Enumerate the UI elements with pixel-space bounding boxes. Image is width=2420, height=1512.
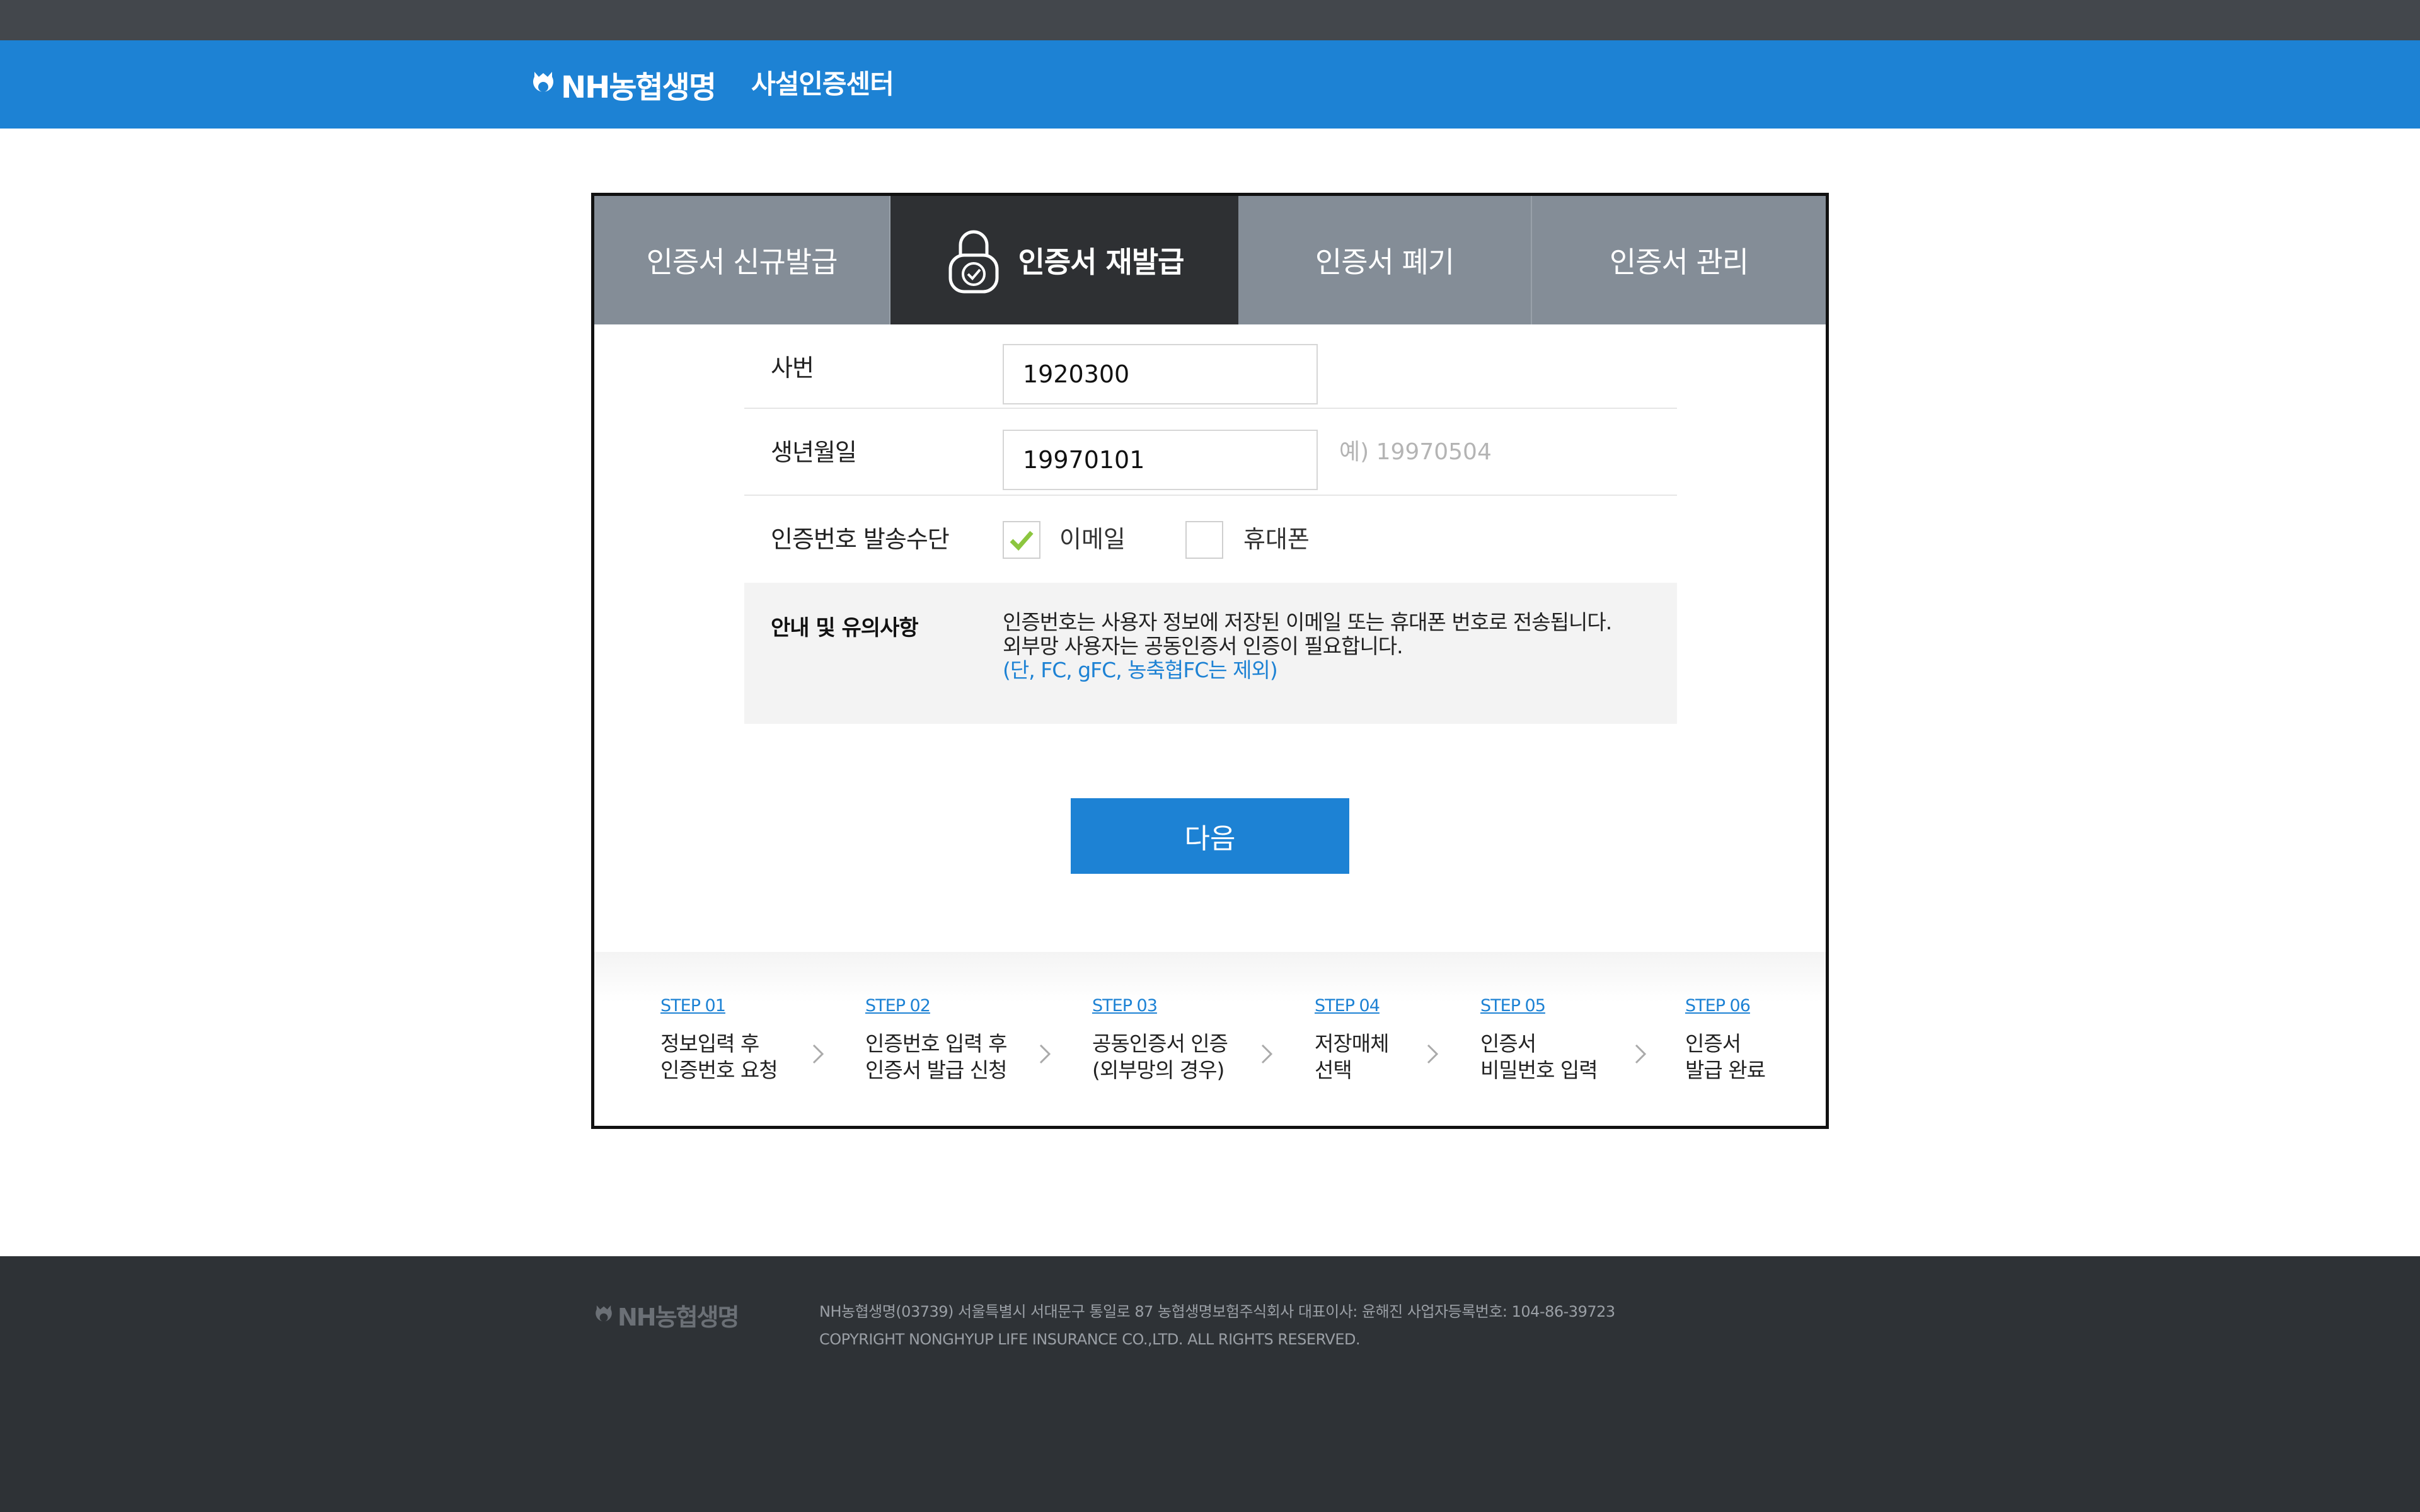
email-checkbox[interactable]	[1003, 521, 1040, 559]
nh-logo-icon	[596, 1305, 612, 1322]
top-strip	[0, 0, 2420, 40]
step-text: 정보입력 후 인증번호 요청	[660, 1031, 778, 1082]
step-item: STEP 04 저장매체 선택	[1315, 996, 1389, 1084]
step-text: 인증서 비밀번호 입력	[1480, 1031, 1598, 1082]
nh-logo-icon	[533, 72, 553, 92]
step-text: 인증서 발급 완료	[1685, 1031, 1766, 1082]
center-name: 사설인증센터	[751, 69, 894, 100]
tab-label: 인증서 폐기	[1315, 245, 1455, 279]
birthdate-row: 생년월일 예) 19970504	[744, 409, 1677, 496]
step-guide: STEP 01 정보입력 후 인증번호 요청 STEP 02 인증번호 입력 후…	[594, 952, 1826, 1126]
chevron-right-icon	[1635, 1044, 1647, 1064]
send-method-label: 인증번호 발송수단	[771, 525, 950, 553]
notice-exception: (단, FC, gFC, 농축협FC는 제외)	[1003, 658, 1278, 682]
email-option-label[interactable]: 이메일	[1059, 496, 1126, 583]
footer-logo-text: NH농협생명	[618, 1303, 739, 1331]
tab-bar: 인증서 신규발급 인증서 재발급 인증서 폐기 인증서 관리	[594, 196, 1826, 324]
check-icon	[1010, 530, 1034, 551]
footer-address: NH농협생명(03739) 서울특별시 서대문구 통일로 87 농협생명보험주식…	[819, 1303, 1615, 1320]
birthdate-hint: 예) 19970504	[1339, 439, 1492, 465]
step-number: STEP 01	[660, 996, 726, 1016]
employee-no-row: 사번	[744, 324, 1677, 409]
step-number: STEP 04	[1315, 996, 1380, 1016]
tab-label: 인증서 관리	[1609, 245, 1749, 279]
footer-copyright: COPYRIGHT NONGHYUP LIFE INSURANCE CO.,LT…	[819, 1331, 1361, 1348]
step-item: STEP 02 인증번호 입력 후 인증서 발급 신청	[865, 996, 1007, 1084]
step-item: STEP 01 정보입력 후 인증번호 요청	[660, 996, 778, 1084]
chevron-right-icon	[1261, 1044, 1273, 1064]
chevron-right-icon	[1039, 1044, 1051, 1064]
phone-checkbox[interactable]	[1185, 521, 1223, 559]
step-text: 저장매체 선택	[1315, 1031, 1389, 1082]
step-text: 공동인증서 인증 (외부망의 경우)	[1092, 1031, 1228, 1082]
notice-title: 안내 및 유의사항	[771, 616, 919, 641]
step-item: STEP 05 인증서 비밀번호 입력	[1480, 996, 1598, 1084]
birthdate-input[interactable]	[1003, 430, 1318, 490]
step-number: STEP 05	[1480, 996, 1546, 1016]
tab-label: 인증서 신규발급	[646, 245, 838, 279]
birthdate-label: 생년월일	[771, 438, 857, 466]
lock-check-icon	[948, 230, 999, 294]
site-header: NH농협생명 사설인증센터	[0, 40, 2420, 129]
chevron-right-icon	[812, 1044, 824, 1064]
step-item: STEP 03 공동인증서 인증 (외부망의 경우)	[1092, 996, 1228, 1084]
notice-body: 인증번호는 사용자 정보에 저장된 이메일 또는 휴대폰 번호로 전송됩니다. …	[1003, 610, 1612, 682]
notice-box: 안내 및 유의사항 인증번호는 사용자 정보에 저장된 이메일 또는 휴대폰 번…	[744, 583, 1677, 724]
tab-revoke[interactable]: 인증서 폐기	[1238, 196, 1532, 324]
reissue-form: 사번 생년월일 예) 19970504 인증번호 발송수단 이메일 휴대폰 안내…	[744, 324, 1677, 724]
employee-no-label: 사번	[771, 354, 814, 382]
step-text: 인증번호 입력 후 인증서 발급 신청	[865, 1031, 1007, 1082]
notice-line: 인증번호는 사용자 정보에 저장된 이메일 또는 휴대폰 번호로 전송됩니다.	[1003, 610, 1612, 634]
tab-manage[interactable]: 인증서 관리	[1532, 196, 1826, 324]
certificate-panel: 인증서 신규발급 인증서 재발급 인증서 폐기 인증서 관리 사번 생년월일 예…	[591, 193, 1829, 1129]
step-number: STEP 02	[865, 996, 931, 1016]
step-number: STEP 03	[1092, 996, 1158, 1016]
send-method-row: 인증번호 발송수단 이메일 휴대폰	[744, 496, 1677, 583]
tab-reissue[interactable]: 인증서 재발급	[890, 196, 1238, 324]
step-number: STEP 06	[1685, 996, 1751, 1016]
site-footer: NH농협생명 NH농협생명(03739) 서울특별시 서대문구 통일로 87 농…	[0, 1256, 2420, 1512]
next-button[interactable]: 다음	[1071, 798, 1349, 874]
footer-info: NH농협생명(03739) 서울특별시 서대문구 통일로 87 농협생명보험주식…	[819, 1298, 1615, 1353]
step-item: STEP 06 인증서 발급 완료	[1685, 996, 1766, 1084]
employee-no-input[interactable]	[1003, 344, 1318, 404]
nh-logo[interactable]: NH농협생명	[531, 66, 717, 105]
footer-logo: NH농협생명	[594, 1298, 739, 1332]
chevron-right-icon	[1427, 1044, 1439, 1064]
tab-label: 인증서 재발급	[1018, 245, 1185, 279]
logo-text: NH농협생명	[561, 70, 717, 105]
phone-option-label[interactable]: 휴대폰	[1243, 496, 1310, 583]
tab-new-issue[interactable]: 인증서 신규발급	[594, 196, 890, 324]
notice-line: 외부망 사용자는 공동인증서 인증이 필요합니다.	[1003, 634, 1403, 658]
